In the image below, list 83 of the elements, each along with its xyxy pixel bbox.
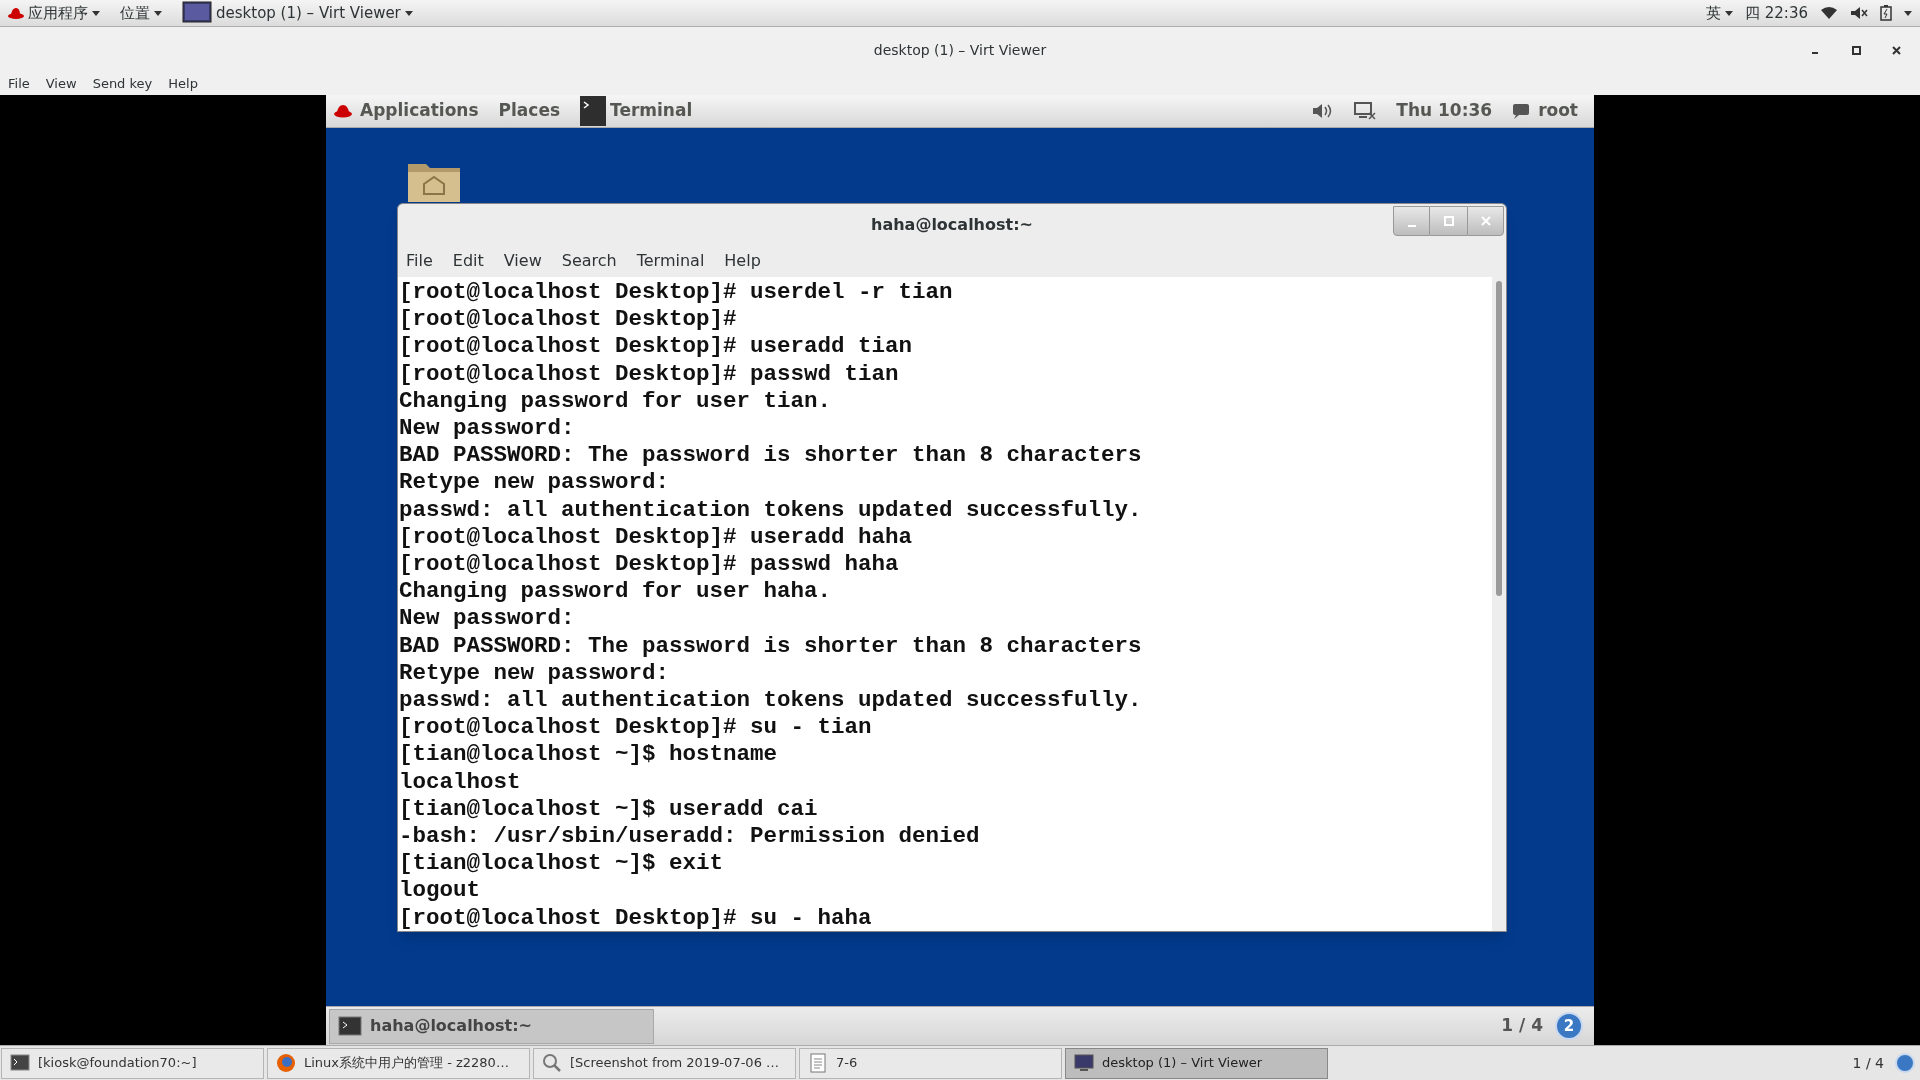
user-menu[interactable]: root [1512,98,1586,124]
terminal-line: Changing password for user tian. [399,387,832,415]
terminal-line: [root@localhost Desktop]# su - haha [399,904,872,931]
terminal-line: -bash: /usr/sbin/useradd: Permission denied [399,823,980,851]
document-icon [808,1053,828,1073]
terminal-line: logout [399,877,480,905]
taskbar-item[interactable]: Linux系统中用户的管理 - z2280… [267,1047,530,1079]
magnifier-icon [542,1053,562,1073]
close-icon [1480,216,1491,226]
close-icon [1892,45,1901,55]
workspace-indicator[interactable]: 1 / 4 [1844,1052,1892,1074]
terminal-icon [10,1053,30,1073]
workspace-indicator[interactable]: 1 / 4 [1489,1013,1555,1039]
notification-icon[interactable] [1895,1053,1915,1073]
menu-item[interactable]: File [406,249,433,273]
taskbar-item[interactable]: 7-6 [799,1047,1062,1079]
menu-item[interactable]: Edit [452,249,484,273]
menu-item[interactable]: View [503,249,542,273]
menu-item[interactable]: Terminal [636,249,705,273]
applications-menu[interactable]: Applications [334,98,479,124]
terminal-line: [tian@localhost ~]$ exit [399,850,724,878]
terminal-line: passwd: all authentication tokens updated successfully. [399,496,1142,524]
terminal-line: [root@localhost Desktop]# [399,306,737,334]
window-title: desktop (1) – Virt Viewer [873,40,1047,60]
terminal-line: Retype new password: [399,659,670,688]
terminal-line: [root@localhost Desktop]# passwd haha [399,551,899,579]
window-title: haha@localhost:~ [871,213,1033,236]
scrollbar[interactable] [1492,277,1506,931]
terminal-line: [root@localhost Desktop]# userdel -r tian [399,279,953,307]
menu-item[interactable]: View [45,74,77,94]
monitor-icon [182,1,212,25]
places-menu[interactable]: 位置 [116,1,166,25]
maximize-icon [1443,216,1454,226]
terminal-line: New password: [399,415,575,443]
terminal-line: Changing password for user haha. [399,578,832,606]
menu-item[interactable]: Help [724,249,761,273]
terminal-line: passwd: all authentication tokens updated successfully. [399,687,1142,715]
hat-icon [334,103,352,119]
notification-badge[interactable]: 2 [1555,1012,1583,1040]
clock[interactable]: Thu 10:36 [1396,98,1493,124]
app-menu[interactable]: Terminal [580,96,693,126]
network-icon[interactable] [1354,102,1377,120]
scrollbar-thumb[interactable] [1496,281,1502,596]
clock[interactable]: 四 22:36 [1745,1,1808,25]
menu-item[interactable]: Help [168,74,198,94]
caret-icon [92,10,100,16]
terminal-line: New password: [399,605,575,633]
terminal-line: [root@localhost Desktop]# useradd haha [399,523,913,552]
terminal-line: BAD PASSWORD: The password is shorter than 8 characters [399,632,1142,660]
window-button[interactable]: desktop (1) – Virt Viewer [178,1,417,25]
terminal-icon [580,96,607,126]
maximize-icon [1852,45,1861,55]
caret-icon [404,10,413,16]
applications-menu[interactable]: 应用程序 [4,1,104,25]
menu-item[interactable]: Send key [92,74,153,94]
hat-icon [8,6,24,20]
terminal-line: [root@localhost Desktop]# useradd tian [399,333,913,361]
places-menu[interactable]: Places [498,98,561,124]
minimize-icon [1407,225,1416,227]
menu-item[interactable]: Search [561,249,617,273]
globe-icon [276,1053,296,1073]
taskbar-item[interactable]: haha@localhost:~ [329,1008,654,1044]
caret-icon[interactable] [1904,10,1912,16]
terminal-line: [tian@localhost ~]$ hostname [399,741,778,769]
terminal-line: Retype new password: [399,469,670,497]
volume-icon[interactable] [1850,6,1868,20]
terminal-line: localhost [399,768,521,796]
battery-icon[interactable] [1880,5,1892,21]
terminal-icon [338,1016,362,1036]
monitor-icon [1074,1053,1094,1073]
wifi-icon[interactable] [1820,6,1838,20]
taskbar-item[interactable]: [Screenshot from 2019-07-06 … [533,1047,796,1079]
menu-item[interactable]: File [8,74,30,94]
caret-icon [154,10,162,16]
terminal-line: [root@localhost Desktop]# su - tian [399,714,872,742]
terminal-line: [root@localhost Desktop]# passwd tian [399,360,899,388]
taskbar-item[interactable]: desktop (1) – Virt Viewer [1065,1047,1328,1079]
terminal-line: BAD PASSWORD: The password is shorter than 8 characters [399,442,1142,470]
minimize-icon [1812,52,1818,54]
terminal-line: [tian@localhost ~]$ useradd cai [399,795,818,824]
taskbar-item[interactable]: [kiosk@foundation70:~] [1,1047,264,1079]
caret-icon [1725,10,1733,16]
input-method-menu[interactable]: 英 [1706,1,1733,25]
